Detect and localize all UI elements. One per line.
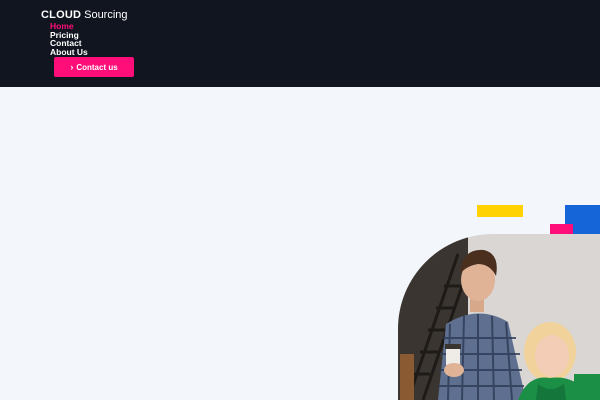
- main-nav: Home Pricing Contact About Us: [50, 22, 88, 57]
- brand-name-bold: CLOUD: [41, 9, 82, 21]
- chevron-right-icon: ›: [70, 61, 74, 72]
- contact-us-button[interactable]: › Contact us: [54, 57, 134, 77]
- hero-photo-illustration: [398, 234, 600, 400]
- nav-item-about-us[interactable]: About Us: [50, 48, 88, 57]
- contact-us-label: Contact us: [76, 62, 118, 72]
- hero-photo: [398, 234, 600, 400]
- site-header: CLOUD Sourcing Home Pricing Contact About…: [0, 0, 600, 87]
- brand-name-light: Sourcing: [84, 9, 128, 21]
- brand-logo[interactable]: CLOUD Sourcing: [41, 9, 128, 21]
- decorative-yellow-bar: [477, 205, 523, 217]
